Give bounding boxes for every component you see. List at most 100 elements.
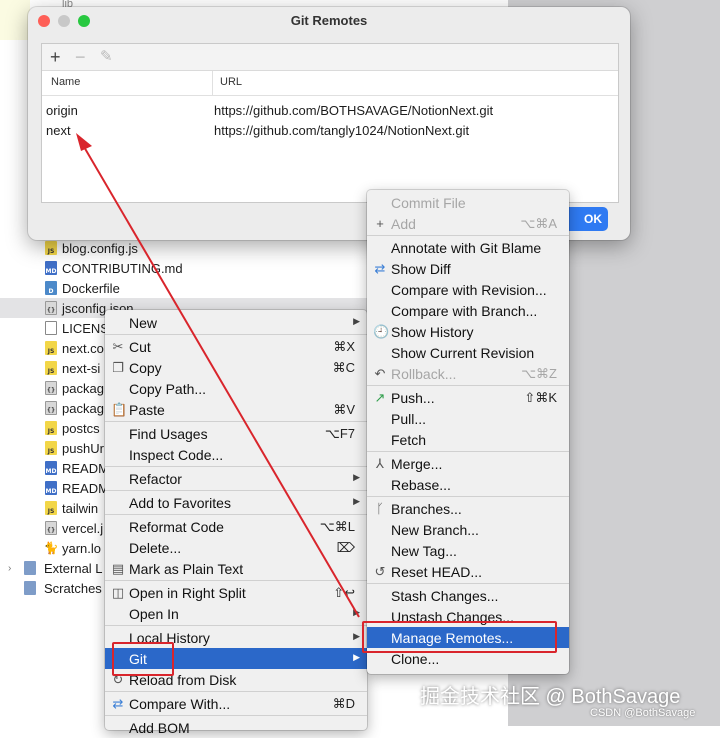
menu-item-paste[interactable]: 📋 Paste ⌘V <box>105 399 367 420</box>
menu-item-label: Refactor <box>129 471 182 487</box>
menu-item-refactor[interactable]: Refactor ▶ <box>105 468 367 489</box>
menu-item-shortcut: ⇧⌘K <box>524 390 557 405</box>
remote-row[interactable]: origin https://github.com/BOTHSAVAGE/Not… <box>42 101 618 121</box>
tree-item-label: tailwin <box>62 500 99 516</box>
git-menu-item-merge[interactable]: ⅄ Merge... <box>367 453 569 474</box>
add-icon: + <box>376 216 384 231</box>
tree-item-label: LICENS <box>62 320 109 336</box>
menu-item-copy[interactable]: ❐ Copy ⌘C <box>105 357 367 378</box>
menu-separator <box>105 466 367 467</box>
menu-item-label: Branches... <box>391 501 462 517</box>
menu-item-label: Rebase... <box>391 477 451 493</box>
tree-item-label: pushUr <box>62 440 104 456</box>
menu-item-new[interactable]: New ▶ <box>105 312 367 333</box>
compare-icon: ⇄ <box>112 696 124 711</box>
git-menu-item-rollback[interactable]: ↶ Rollback... ⌥⌘Z <box>367 363 569 384</box>
submenu-arrow-icon: ▶ <box>353 472 360 482</box>
docker-file-icon: D <box>45 281 57 295</box>
remote-name: origin <box>46 103 78 118</box>
git-menu-item-annotate-with-git-blame[interactable]: Annotate with Git Blame <box>367 237 569 258</box>
tree-item-label: Dockerfile <box>62 280 120 296</box>
js-file-icon: JS <box>45 501 57 515</box>
merge-icon: ⅄ <box>376 456 384 471</box>
menu-item-mark-as-plain-text[interactable]: ▤ Mark as Plain Text <box>105 558 367 579</box>
md-file-icon: MD <box>45 261 57 275</box>
js-file-icon: JS <box>45 241 57 255</box>
menu-item-add-to-favorites[interactable]: Add to Favorites ▶ <box>105 492 367 513</box>
menu-item-label: Push... <box>391 390 435 406</box>
menu-item-shortcut: ⌦ <box>336 540 355 555</box>
ok-button[interactable]: OK <box>564 207 608 231</box>
git-menu-item-new-tag[interactable]: New Tag... <box>367 540 569 561</box>
tree-item-label: next.co <box>62 340 104 356</box>
git-menu-highlight-box <box>112 642 174 676</box>
git-menu-item-show-history[interactable]: 🕘 Show History <box>367 321 569 342</box>
watermark: 掘金技术社区 @ BothSavage <box>420 686 681 708</box>
tree-item-label: Scratches <box>44 580 102 596</box>
git-menu-item-push[interactable]: ↗ Push... ⇧⌘K <box>367 387 569 408</box>
submenu-arrow-icon: ▶ <box>353 631 360 641</box>
column-header-url[interactable]: URL <box>220 76 242 88</box>
menu-item-label: Find Usages <box>129 426 208 442</box>
split-icon: ◫ <box>111 585 125 600</box>
menu-item-label: Paste <box>129 402 165 418</box>
menu-item-find-usages[interactable]: Find Usages ⌥F7 <box>105 423 367 444</box>
git-menu-item-show-current-revision[interactable]: Show Current Revision <box>367 342 569 363</box>
menu-item-cut[interactable]: ✂ Cut ⌘X <box>105 336 367 357</box>
menu-item-compare-with[interactable]: ⇄ Compare With... ⌘D <box>105 693 367 714</box>
menu-item-label: Delete... <box>129 540 182 556</box>
remove-remote-button[interactable]: − <box>75 47 86 67</box>
menu-item-label: Pull... <box>391 411 427 427</box>
git-menu-item-commit-file[interactable]: Commit File <box>367 192 569 213</box>
branch-icon: ᚴ <box>376 501 384 516</box>
remote-name: next <box>46 123 71 138</box>
git-menu-item-stash-changes[interactable]: Stash Changes... <box>367 585 569 606</box>
git-menu-item-new-branch[interactable]: New Branch... <box>367 519 569 540</box>
menu-item-label: New Tag... <box>391 543 457 559</box>
git-menu-item-compare-with-branch[interactable]: Compare with Branch... <box>367 300 569 321</box>
git-menu-item-rebase[interactable]: Rebase... <box>367 474 569 495</box>
column-header-name[interactable]: Name <box>51 76 80 88</box>
git-menu-item-fetch[interactable]: Fetch <box>367 429 569 450</box>
remote-url: https://github.com/BOTHSAVAGE/NotionNext… <box>214 103 494 118</box>
remote-row[interactable]: next https://github.com/tangly1024/Notio… <box>42 121 618 141</box>
push-icon: ↗ <box>374 390 386 405</box>
menu-item-delete[interactable]: Delete... ⌦ <box>105 537 367 558</box>
tree-item-label: postcs <box>62 420 100 436</box>
menu-item-label: Copy Path... <box>129 381 207 397</box>
menu-item-inspect-code[interactable]: Inspect Code... <box>105 444 367 465</box>
menu-item-label: Show History <box>391 324 474 340</box>
menu-item-label: Open In <box>129 606 179 622</box>
json-file-icon: {} <box>45 401 57 415</box>
git-menu-item-pull[interactable]: Pull... <box>367 408 569 429</box>
menu-item-shortcut: ⇧↩ <box>333 585 355 600</box>
tree-item-label: yarn.lo <box>62 540 102 556</box>
git-menu-item-add[interactable]: + Add ⌥⌘A <box>367 213 569 234</box>
menu-item-copy-path[interactable]: Copy Path... <box>105 378 367 399</box>
menu-item-label: Copy <box>129 360 162 376</box>
add-remote-button[interactable]: + <box>50 47 61 67</box>
git-menu-item-reset-head[interactable]: ↺ Reset HEAD... <box>367 561 569 582</box>
remotes-table-header: Name URL <box>42 71 618 96</box>
menu-item-open-in-right-split[interactable]: ◫ Open in Right Split ⇧↩ <box>105 582 367 603</box>
tree-item-label: READM <box>62 460 109 476</box>
menu-separator <box>367 496 569 497</box>
menu-item-reformat-code[interactable]: Reformat Code ⌥⌘L <box>105 516 367 537</box>
menu-item-label: Compare with Branch... <box>391 303 538 319</box>
menu-item-label: Compare With... <box>129 696 231 712</box>
menu-item-open-in[interactable]: Open In ▶ <box>105 603 367 624</box>
edit-remote-button[interactable]: ✎ <box>100 47 113 67</box>
menu-item-label: Open in Right Split <box>129 585 246 601</box>
git-menu-item-show-diff[interactable]: ⇄ Show Diff <box>367 258 569 279</box>
menu-separator <box>105 715 367 716</box>
submenu-arrow-icon: ▶ <box>353 496 360 506</box>
menu-separator <box>105 580 367 581</box>
menu-item-add-bom[interactable]: Add BOM <box>105 717 367 738</box>
git-menu-item-branches[interactable]: ᚴ Branches... <box>367 498 569 519</box>
menu-separator <box>105 490 367 491</box>
git-menu-item-compare-with-revision[interactable]: Compare with Revision... <box>367 279 569 300</box>
menu-item-label: Fetch <box>391 432 427 448</box>
menu-item-shortcut: ⌘D <box>332 696 355 711</box>
menu-item-label: Merge... <box>391 456 443 472</box>
expand-arrow-icon[interactable]: › <box>8 563 11 574</box>
